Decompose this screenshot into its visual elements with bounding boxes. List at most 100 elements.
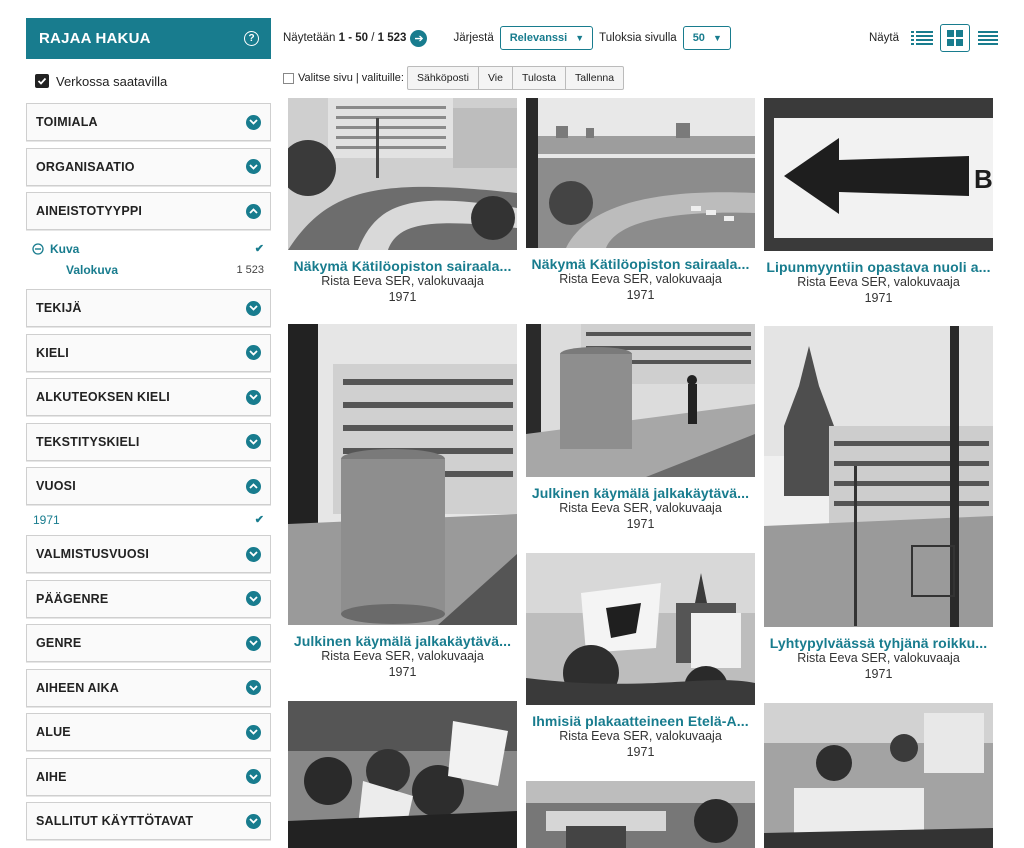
chevron-down-icon [246, 591, 261, 606]
help-icon[interactable]: ? [244, 31, 259, 46]
chevron-down-icon [246, 114, 261, 130]
result-author: Rista Eeva SER, valokuvaaja [559, 501, 722, 515]
chevron-down-icon [246, 813, 261, 829]
facet-toimiala[interactable]: TOIMIALA [26, 103, 271, 141]
type-sub-label: Valokuva [66, 262, 119, 277]
facet-label: GENRE [36, 636, 82, 650]
result-year: 1971 [388, 664, 417, 679]
result-card[interactable]: Julkinen käymälä jalkakäytävä... Rista E… [526, 324, 755, 532]
result-card[interactable]: Julkinen käymälä jalkakäytävä... Rista E… [288, 324, 517, 680]
result-year: 1971 [388, 289, 417, 304]
chevron-down-icon [246, 680, 261, 695]
compact-view-button[interactable] [973, 24, 1003, 52]
facet-genre[interactable]: GENRE [26, 624, 271, 662]
checkmark-icon: ✔ [254, 243, 264, 255]
online-label: Verkossa saatavilla [56, 73, 168, 89]
minus-circle-icon[interactable] [32, 242, 44, 255]
result-author: Rista Eeva SER, valokuvaaja [559, 272, 722, 286]
type-sub-count: 1 523 [236, 263, 264, 276]
result-author: Rista Eeva SER, valokuvaaja [797, 275, 960, 289]
facet-aihe[interactable]: AIHE [26, 757, 271, 796]
grid-view-icon [947, 30, 963, 46]
result-title[interactable]: Näkymä Kätilöopiston sairaala... [288, 258, 517, 274]
result-card[interactable]: BI Lipunmyyntiin opastava nuoli a... Ris… [764, 98, 993, 306]
result-title[interactable]: Lyhtypylväässä tyhjänä roikku... [764, 635, 993, 651]
facet-label: SALLITUT KÄYTTÖTAVAT [36, 814, 194, 828]
sidebar-title: RAJAA HAKUA [39, 30, 151, 47]
chevron-up-icon [246, 478, 261, 494]
compact-list-icon [978, 31, 998, 45]
type-filter-valokuva[interactable]: Valokuva 1 523 [26, 259, 271, 280]
email-button[interactable]: Sähköposti [408, 67, 479, 89]
facet-label: ORGANISAATIO [36, 159, 135, 174]
facet-aineistotyyppi[interactable]: AINEISTOTYYPPI [26, 192, 271, 230]
facet-tekstityskieli[interactable]: TEKSTITYSKIELI [26, 422, 271, 461]
facet-vuosi[interactable]: VUOSI [26, 467, 271, 505]
result-thumbnail[interactable] [288, 324, 517, 625]
chevron-up-icon [246, 203, 261, 219]
result-title[interactable]: Lipunmyyntiin opastava nuoli a... [764, 259, 993, 275]
result-title[interactable]: Julkinen käymälä jalkakäytävä... [288, 633, 517, 649]
print-button[interactable]: Tulosta [513, 67, 566, 89]
export-button[interactable]: Vie [479, 67, 513, 89]
result-thumbnail[interactable] [526, 324, 755, 477]
year-filter-1971[interactable]: 1971 ✔ [26, 509, 271, 530]
sort-label: Järjestä [453, 32, 494, 44]
online-checkbox[interactable] [35, 74, 49, 88]
result-card[interactable]: Näkymä Kätilöopiston sairaala... Rista E… [526, 98, 755, 303]
list-view-button[interactable] [907, 24, 937, 52]
facet-kieli[interactable]: KIELI [26, 333, 271, 372]
results-topbar: Näytetään 1 - 50 / 1 523 ➔ Järjestä Rele… [283, 24, 1003, 52]
facet-paagenre[interactable]: PÄÄGENRE [26, 579, 271, 618]
facet-label: AIHE [36, 769, 67, 784]
per-page-select[interactable]: 50 ▼ [682, 26, 731, 50]
next-page-arrow-icon[interactable]: ➔ [410, 29, 428, 47]
select-page-label: Valitse sivu | valituille: [298, 72, 404, 84]
type-filter-label: Kuva [50, 241, 80, 256]
grid-view-button[interactable] [940, 24, 970, 52]
result-title[interactable]: Ihmisiä plakaatteineen Etelä-A... [526, 713, 755, 729]
results-range: 1 - 50 [338, 32, 369, 44]
result-thumbnail[interactable] [526, 553, 755, 705]
chevron-down-icon [246, 300, 261, 316]
per-page-label: Tuloksia sivulla [599, 32, 677, 44]
result-title[interactable]: Julkinen käymälä jalkakäytävä... [526, 485, 755, 501]
online-available-filter[interactable]: Verkossa saatavilla [26, 59, 271, 103]
caret-down-icon: ▼ [575, 33, 585, 43]
facet-sallitut-kayttotavat[interactable]: SALLITUT KÄYTTÖTAVAT [26, 802, 271, 840]
result-thumbnail[interactable] [764, 326, 993, 627]
facet-alkuteoksen-kieli[interactable]: ALKUTEOKSEN KIELI [26, 378, 271, 416]
facet-aiheen-aika[interactable]: AIHEEN AIKA [26, 668, 271, 707]
chevron-down-icon [246, 434, 261, 449]
chevron-down-icon [246, 769, 261, 784]
result-thumbnail[interactable]: BI [764, 98, 993, 251]
bulk-action-buttons: Sähköposti Vie Tulosta Tallenna [406, 66, 625, 90]
facet-organisaatio[interactable]: ORGANISAATIO [26, 147, 271, 186]
result-author: Rista Eeva SER, valokuvaaja [321, 274, 484, 288]
facet-alue[interactable]: ALUE [26, 713, 271, 751]
result-year: 1971 [626, 744, 655, 759]
result-thumbnail[interactable] [288, 98, 517, 250]
result-thumbnail[interactable] [288, 701, 517, 848]
result-title[interactable]: Näkymä Kätilöopiston sairaala... [526, 256, 755, 272]
save-button[interactable]: Tallenna [566, 67, 623, 89]
type-filter-kuva[interactable]: Kuva ✔ [26, 238, 271, 259]
sidebar-header: RAJAA HAKUA ? [26, 18, 271, 59]
facet-label: AIHEEN AIKA [36, 680, 119, 695]
facet-label: VALMISTUSVUOSI [36, 547, 149, 561]
result-thumbnail[interactable] [764, 703, 993, 848]
result-thumbnail[interactable] [526, 781, 755, 848]
facet-label: TEKSTITYSKIELI [36, 434, 140, 449]
result-thumbnail[interactable] [526, 98, 755, 248]
result-author: Rista Eeva SER, valokuvaaja [559, 729, 722, 743]
result-card[interactable]: Lyhtypylväässä tyhjänä roikku... Rista E… [764, 326, 993, 682]
sort-select[interactable]: Relevanssi ▼ [499, 26, 594, 50]
chevron-down-icon [246, 546, 261, 562]
result-card[interactable]: Näkymä Kätilöopiston sairaala... Rista E… [288, 98, 517, 305]
selection-toolbar: Valitse sivu | valituille: Sähköposti Vi… [283, 66, 625, 90]
facet-tekija[interactable]: TEKIJÄ [26, 289, 271, 327]
facet-valmistusvuosi[interactable]: VALMISTUSVUOSI [26, 535, 271, 573]
result-card[interactable]: Ihmisiä plakaatteineen Etelä-A... Rista … [526, 553, 755, 760]
select-page-checkbox[interactable] [283, 72, 294, 84]
result-year: 1971 [864, 666, 893, 681]
